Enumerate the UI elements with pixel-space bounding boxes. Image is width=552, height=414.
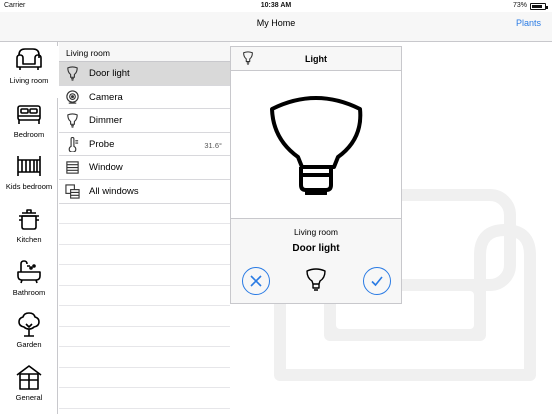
house-icon <box>16 365 42 390</box>
room-item-garden[interactable]: Garden <box>0 310 58 362</box>
room-item-kitchen[interactable]: Kitchen <box>0 205 58 257</box>
bulb-icon <box>67 66 78 81</box>
room-item-living-room[interactable]: Living room <box>0 46 58 98</box>
device-name: Window <box>89 162 123 174</box>
empty-row <box>59 224 230 245</box>
room-label: Bathroom <box>12 288 46 297</box>
bed-icon <box>17 105 41 124</box>
device-image <box>231 71 401 219</box>
plants-button[interactable]: Plants <box>516 18 541 28</box>
bulb-icon <box>67 113 78 128</box>
bathtub-icon <box>17 260 41 284</box>
device-name: Camera <box>89 91 123 103</box>
clock: 10:38 AM <box>260 2 292 9</box>
room-item-bedroom[interactable]: Bedroom <box>0 100 58 152</box>
sofa-icon <box>16 48 42 70</box>
battery-icon <box>530 3 548 10</box>
camera-icon <box>66 89 79 104</box>
large-bulb-icon <box>270 96 363 195</box>
probe-value: 31.6° <box>204 140 222 150</box>
room-label: Kitchen <box>16 235 42 244</box>
empty-row <box>59 327 230 348</box>
empty-row <box>59 245 230 266</box>
battery-percent: 73% <box>512 2 527 9</box>
detail-room-name: Living room <box>294 227 338 237</box>
bulb-icon <box>306 268 326 291</box>
room-label: Bedroom <box>13 130 45 139</box>
device-row-door-light[interactable]: Door light <box>59 62 230 86</box>
empty-row <box>59 265 230 286</box>
device-name: All windows <box>89 185 139 197</box>
confirm-button[interactable] <box>363 267 391 295</box>
device-row-camera[interactable]: Camera <box>59 86 230 110</box>
close-icon <box>250 275 262 287</box>
checkmark-icon <box>371 276 383 287</box>
empty-row <box>59 368 230 389</box>
room-item-bathroom[interactable]: Bathroom <box>0 258 58 310</box>
device-row-window[interactable]: Window <box>59 156 230 180</box>
device-row-dimmer[interactable]: Dimmer <box>59 109 230 133</box>
device-name: Door light <box>89 68 130 79</box>
detail-footer: Living room Door light <box>231 219 401 303</box>
room-item-kids-bedroom[interactable]: Kids bedroom <box>0 152 58 204</box>
room-label: Garden <box>16 340 42 349</box>
device-row-all-windows[interactable]: All windows <box>59 180 230 204</box>
room-label: Kids bedroom <box>5 182 53 191</box>
empty-row <box>59 388 230 409</box>
empty-row <box>59 204 230 225</box>
cancel-button[interactable] <box>242 267 270 295</box>
tree-icon <box>18 312 40 337</box>
status-bar: Carrier 10:38 AM 73% <box>0 0 552 12</box>
empty-row <box>59 286 230 307</box>
crib-icon <box>17 156 41 176</box>
device-section-header: Living room <box>59 42 230 62</box>
navigation-bar: My Home Plants <box>0 12 552 42</box>
window-icon <box>66 161 79 175</box>
room-label: General <box>15 393 43 402</box>
device-list: Living room Door light Camera Dimmer Pro… <box>59 42 230 414</box>
device-name: Dimmer <box>89 115 123 127</box>
detail-device-name: Door light <box>292 243 340 254</box>
empty-row <box>59 306 230 327</box>
page-title: My Home <box>256 18 296 28</box>
detail-title: Light <box>305 54 327 64</box>
device-detail-panel: Light Living room Door light <box>230 46 402 304</box>
pot-icon <box>19 209 39 230</box>
detail-header: Light <box>231 47 401 71</box>
empty-row <box>59 347 230 368</box>
room-label: Living room <box>9 76 49 85</box>
room-item-general[interactable]: General <box>0 363 58 414</box>
device-name: Probe <box>89 138 115 150</box>
windows-icon <box>65 184 80 199</box>
thermometer-icon <box>68 136 79 152</box>
room-sidebar: Living room Bedroom Kids bedroom Kitchen… <box>0 42 58 414</box>
device-row-probe[interactable]: Probe 31.6° <box>59 133 230 157</box>
